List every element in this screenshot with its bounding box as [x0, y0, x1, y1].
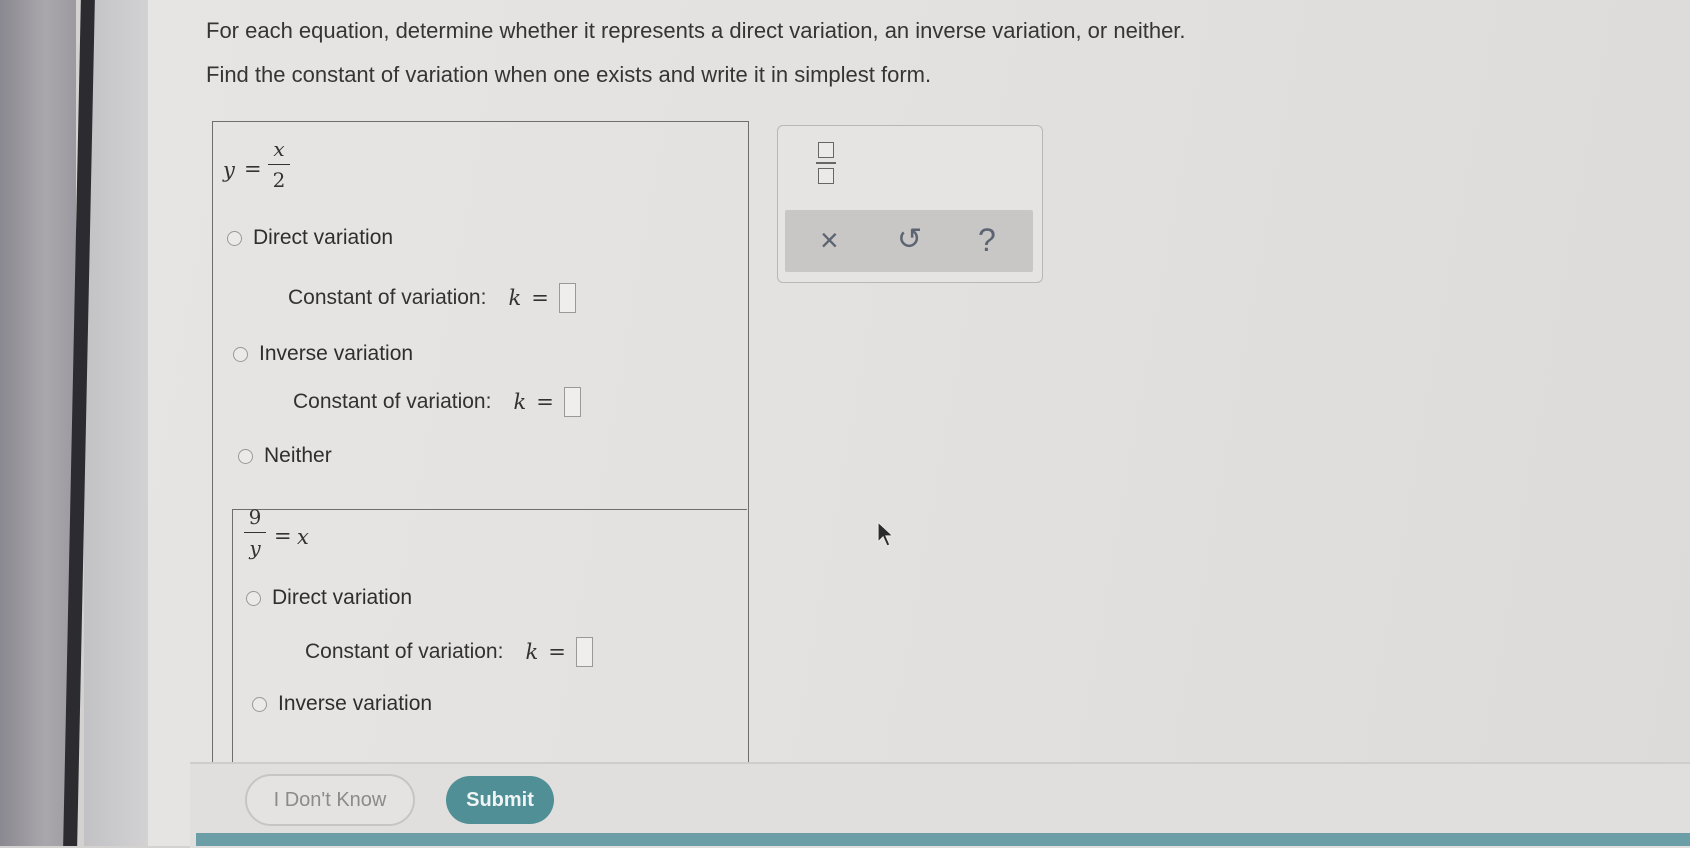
help-icon[interactable]: ?	[978, 220, 996, 260]
bottom-accent-bar	[196, 833, 1690, 846]
equation-1-numerator: x	[273, 137, 285, 161]
equation-2-numerator: 9	[248, 505, 262, 529]
p1-direct-label: Direct variation	[253, 226, 394, 249]
tools-action-bar: × ↺ ?	[785, 210, 1033, 272]
dont-know-button[interactable]: I Don't Know	[245, 774, 415, 826]
equation-2-equals: =	[274, 524, 292, 548]
equation-1-fraction: x 2	[268, 138, 290, 191]
p2-inverse-variation-option[interactable]: Inverse variation	[252, 692, 432, 716]
p2-direct-constant-label: Constant of variation:	[305, 640, 504, 663]
p2-direct-k-input[interactable]	[575, 637, 593, 667]
question-divider	[232, 509, 747, 510]
p1-inverse-variation-option[interactable]: Inverse variation	[233, 342, 413, 366]
p1-neither-label: Neither	[264, 444, 332, 467]
p1-inverse-k-input[interactable]	[563, 387, 581, 417]
p2-inverse-radio[interactable]	[252, 696, 267, 712]
p2-direct-k: k	[525, 640, 539, 664]
submit-button[interactable]: Submit	[446, 776, 554, 824]
p2-direct-label: Direct variation	[272, 586, 413, 609]
p1-inverse-label: Inverse variation	[259, 342, 414, 365]
p2-direct-equals: =	[548, 640, 566, 664]
undo-icon[interactable]: ↺	[897, 220, 922, 260]
fraction-bar	[244, 532, 266, 533]
math-tools-palette: × ↺ ?	[777, 125, 1043, 283]
equation-2-fraction: 9 y	[244, 506, 266, 559]
p1-direct-variation-option[interactable]: Direct variation	[227, 226, 393, 250]
instruction-line-1: For each equation, determine whether it …	[206, 18, 1186, 43]
p1-direct-constant-label: Constant of variation:	[288, 286, 487, 309]
p2-direct-radio[interactable]	[246, 590, 261, 606]
monitor-bezel	[0, 0, 76, 846]
p1-inverse-constant-row: Constant of variation: k =	[293, 387, 581, 417]
question-panel-border	[232, 509, 233, 764]
p1-inverse-radio[interactable]	[233, 346, 248, 362]
fraction-template-button[interactable]	[816, 142, 836, 186]
equation-2-rhs: x	[297, 525, 309, 549]
p1-inverse-equals: =	[536, 390, 554, 414]
p1-inverse-constant-label: Constant of variation:	[293, 390, 492, 413]
p1-direct-k: k	[508, 286, 522, 310]
instruction-line-2: Find the constant of variation when one …	[206, 62, 932, 87]
p1-direct-constant-row: Constant of variation: k =	[288, 283, 576, 313]
p1-neither-option[interactable]: Neither	[238, 444, 332, 468]
left-margin	[84, 0, 148, 846]
p2-direct-variation-option[interactable]: Direct variation	[246, 586, 412, 610]
equation-1-equals: =	[244, 157, 262, 181]
p1-direct-radio[interactable]	[227, 230, 242, 246]
p1-neither-radio[interactable]	[238, 448, 253, 464]
equation-1-denominator: 2	[272, 168, 286, 192]
p1-direct-k-input[interactable]	[558, 283, 576, 313]
fraction-denominator-slot-icon	[818, 168, 834, 184]
equation-1-lhs: y	[223, 158, 235, 182]
p1-direct-equals: =	[531, 286, 549, 310]
p1-inverse-k: k	[513, 390, 527, 414]
fraction-bar-icon	[816, 162, 836, 164]
clear-icon[interactable]: ×	[820, 220, 839, 260]
question-panel	[212, 121, 749, 765]
mouse-cursor-icon	[877, 521, 895, 547]
fraction-numerator-slot-icon	[818, 142, 834, 158]
p2-direct-constant-row: Constant of variation: k =	[305, 637, 593, 667]
p2-inverse-label: Inverse variation	[278, 692, 433, 715]
equation-2-denominator: y	[249, 536, 261, 560]
fraction-bar	[268, 164, 290, 165]
